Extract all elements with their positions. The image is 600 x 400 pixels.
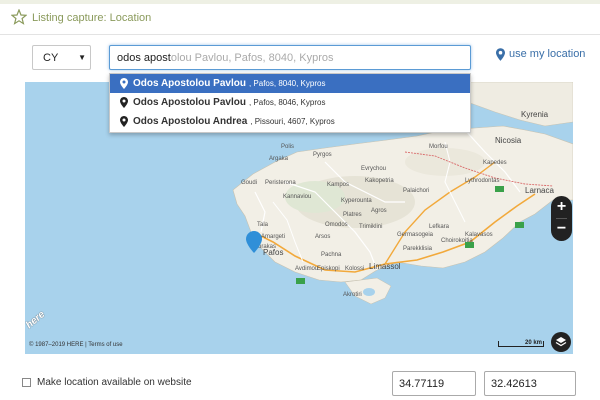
location-pin-icon [120, 97, 128, 108]
use-my-location-link[interactable]: use my location [496, 46, 585, 62]
make-location-public-label: Make location available on website [37, 377, 192, 388]
map-label: Lythrodontas [465, 178, 500, 184]
page-header: Listing capture: Location [0, 0, 600, 35]
map-label: Goudi [241, 180, 258, 186]
map-layers-button[interactable] [551, 332, 571, 352]
map-label: Peristerona [265, 180, 296, 186]
suggestion-detail: , Pissouri, 4607, Kypros [250, 117, 335, 126]
suggestion-item-2[interactable]: Odos Apostolou Pavlou, Pafos, 8046, Kypr… [110, 93, 470, 112]
use-my-location-label: use my location [509, 48, 586, 60]
map-label: Kakopetria [365, 178, 394, 184]
suggestion-detail: , Pafos, 8040, Kypros [248, 79, 326, 88]
suggestion-detail: , Pafos, 8046, Kypros [248, 98, 326, 107]
suggestion-street: Odos Apostolou Pavlou [133, 78, 246, 89]
zoom-in-button[interactable]: + [551, 196, 572, 218]
zoom-out-button[interactable]: − [551, 218, 572, 240]
map-label: Parekklisia [403, 246, 433, 252]
latitude-value: 34.77119 [399, 378, 445, 390]
caret-down-icon: ▼ [78, 53, 86, 62]
map-label: Pyrgos [313, 152, 332, 158]
country-select[interactable]: CY ▼ [32, 45, 91, 70]
latitude-field[interactable]: 34.77119 [392, 371, 476, 396]
scale-bar-label: 20 km [524, 340, 542, 346]
map-label: Arsos [315, 234, 331, 240]
location-pin-icon [120, 116, 128, 127]
map-label: Akrotiri [343, 292, 362, 298]
map-label: Germasogeia [397, 232, 434, 238]
layers-icon [555, 337, 567, 347]
location-pin-icon [496, 47, 505, 61]
terms-of-use-link[interactable]: Terms of use [88, 342, 122, 348]
map-label: Morfou [429, 144, 448, 150]
map-label: Limassol [369, 262, 401, 271]
map-label: Kapedes [483, 160, 507, 166]
map-label: Trimiklini [359, 224, 383, 230]
zoom-control: + − [551, 196, 572, 241]
address-suggestions: Odos Apostolou Pavlou, Pafos, 8040, Kypr… [109, 73, 471, 133]
search-typed-text: odos apostolou Pavlou, Pafos, 8040, Kypr… [117, 52, 334, 64]
map-label: Kalavasos [465, 232, 493, 238]
page-title: Listing capture: Location [32, 12, 152, 24]
star-outline-icon [11, 9, 27, 25]
longitude-field[interactable]: 32.42613 [484, 371, 576, 396]
map-label: Kolossi [345, 266, 365, 272]
suggestion-item-3[interactable]: Odos Apostolou Andrea, Pissouri, 4607, K… [110, 112, 470, 131]
map-label: Choirokoitia [441, 238, 473, 244]
map-label: Avdimou [295, 266, 319, 272]
map-label: Nicosia [495, 136, 522, 145]
map-label: Argaka [269, 156, 289, 162]
map-copyright-text: © 1987–2019 HERE | [29, 342, 89, 348]
map-label: Agros [371, 208, 387, 214]
address-search-input[interactable]: odos apostolou Pavlou, Pafos, 8040, Kypr… [109, 45, 471, 70]
map-label: Pachna [321, 252, 342, 258]
map-label: Tala [257, 222, 269, 228]
map-copyright: © 1987–2019 HERE | Terms of use [29, 342, 123, 348]
map-label: Evrychou [361, 166, 387, 172]
search-typed-value: odos apost [117, 52, 171, 64]
suggestion-item-1[interactable]: Odos Apostolou Pavlou, Pafos, 8040, Kypr… [110, 74, 470, 93]
map-label: Kyrenia [521, 110, 549, 119]
map-label: Kampos [327, 182, 350, 188]
location-pin-icon [120, 78, 128, 89]
map-label: Pafos [263, 248, 284, 257]
header-accent-line [0, 0, 600, 4]
map-label: Larnaca [525, 186, 554, 195]
map-label: Kannaviou [283, 194, 312, 200]
map-label: Kyperounta [341, 198, 372, 204]
map-label: Episkopi [317, 266, 340, 272]
suggestion-street: Odos Apostolou Pavlou [133, 97, 246, 108]
suggestion-street: Odos Apostolou Andrea [133, 116, 248, 127]
map-label: Polis [281, 144, 295, 150]
map-label: Lefkara [429, 224, 450, 230]
map-label: Platres [343, 212, 362, 218]
map-label: Omodos [325, 222, 348, 228]
search-autocomplete-hint: olou Pavlou, Pafos, 8040, Kypros [170, 52, 334, 64]
map-label: Palaichori [403, 188, 430, 194]
longitude-value: 32.42613 [491, 378, 537, 390]
make-location-public-checkbox[interactable] [22, 378, 31, 387]
selected-location-marker-icon[interactable] [246, 231, 262, 253]
map-label: Amargeti [261, 234, 286, 240]
map-scale-bar: 20 km [498, 340, 544, 349]
country-select-value: CY [43, 52, 59, 64]
